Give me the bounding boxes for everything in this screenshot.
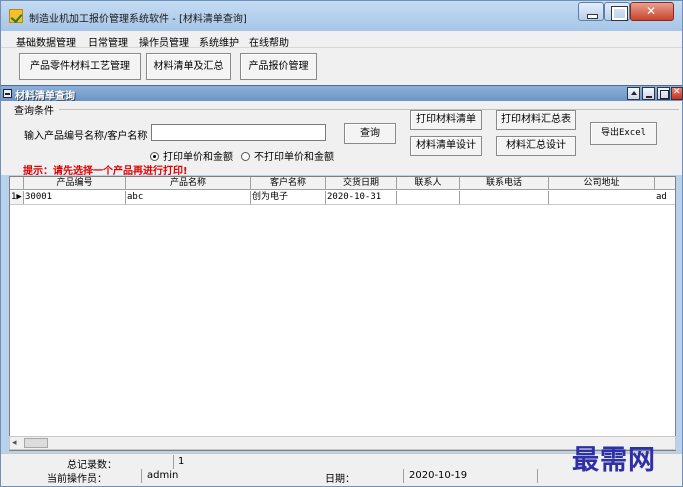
column-header[interactable]: 公司地址 bbox=[549, 177, 655, 190]
grid-cell[interactable]: abc bbox=[126, 191, 251, 204]
query-group-label: 查询条件 bbox=[14, 106, 54, 117]
column-header[interactable]: 产品名称 bbox=[126, 177, 251, 190]
grid-cell[interactable] bbox=[397, 191, 460, 204]
print-hint: 提示：请先选择一个产品再进行打印! bbox=[23, 166, 188, 177]
radio-unselected-indicator bbox=[241, 152, 250, 161]
radio-selected-indicator bbox=[150, 152, 159, 161]
data-grid[interactable]: 产品编号 产品名称 客户名称 交货日期 联系人 联系电话 公司地址 1▶ 300… bbox=[9, 176, 676, 451]
child-restore-button[interactable] bbox=[627, 87, 640, 100]
title-bar[interactable]: 制造业机加工报价管理系统软件 - [材料清单查询] bbox=[1, 1, 682, 31]
row-header-corner bbox=[10, 177, 24, 190]
column-header[interactable]: 联系人 bbox=[397, 177, 460, 190]
date-value: 2020-10-19 bbox=[409, 470, 468, 481]
query-panel: 查询条件 输入产品编号名称/客户名称 查询 打印材料清单 打印材料汇总表 材料清… bbox=[1, 101, 682, 177]
group-divider bbox=[59, 109, 679, 110]
search-input[interactable] bbox=[151, 124, 326, 141]
toolbar: 产品零件材料工艺管理 材料清单及汇总 产品报价管理 bbox=[1, 48, 682, 85]
current-row-arrow-icon: ▶ bbox=[16, 192, 22, 202]
grid-cell[interactable]: 30001 bbox=[24, 191, 126, 204]
scrollbar-thumb[interactable] bbox=[24, 438, 48, 448]
column-header[interactable]: 客户名称 bbox=[251, 177, 326, 190]
print-material-list-button[interactable]: 打印材料清单 bbox=[410, 110, 482, 130]
product-process-button[interactable]: 产品零件材料工艺管理 bbox=[19, 53, 141, 80]
search-input-label: 输入产品编号名称/客户名称 bbox=[24, 131, 148, 142]
child-window-title-bar[interactable]: 材料清单查询 bbox=[1, 85, 683, 102]
total-records-label: 总记录数： bbox=[67, 460, 117, 471]
column-header[interactable]: 联系电话 bbox=[460, 177, 549, 190]
product-quote-button[interactable]: 产品报价管理 bbox=[240, 53, 317, 80]
menu-help[interactable]: 在线帮助 bbox=[249, 34, 289, 49]
column-header[interactable]: 交货日期 bbox=[326, 177, 397, 190]
menu-maintenance[interactable]: 系统维护 bbox=[199, 34, 239, 49]
child-window-icon[interactable] bbox=[3, 89, 12, 98]
date-label: 日期： bbox=[325, 474, 355, 485]
menu-operator[interactable]: 操作员管理 bbox=[139, 34, 189, 49]
radio-print-price[interactable]: 打印单价和金额 bbox=[150, 148, 233, 163]
scroll-left-icon[interactable]: ◂ bbox=[12, 438, 17, 448]
material-list-design-button[interactable]: 材料清单设计 bbox=[410, 136, 482, 156]
watermark-logo: 最需网 bbox=[572, 445, 656, 476]
status-divider bbox=[403, 469, 404, 483]
table-row[interactable]: 1▶ 30001 abc 创为电子 2020-10-31 ad bbox=[10, 191, 675, 205]
grid-cell[interactable]: 创为电子 bbox=[251, 191, 326, 204]
radio-no-price[interactable]: 不打印单价和金额 bbox=[241, 148, 334, 163]
row-indicator[interactable]: 1▶ bbox=[10, 191, 24, 204]
status-divider bbox=[537, 469, 538, 483]
child-close-button[interactable] bbox=[671, 87, 683, 100]
grid-cell[interactable]: 2020-10-31 bbox=[326, 191, 397, 204]
menu-basic-data[interactable]: 基础数据管理 bbox=[16, 34, 76, 49]
print-material-summary-button[interactable]: 打印材料汇总表 bbox=[496, 110, 576, 130]
child-window-title: 材料清单查询 bbox=[15, 91, 75, 102]
maximize-button[interactable] bbox=[604, 2, 630, 21]
search-button[interactable]: 查询 bbox=[344, 123, 396, 144]
minimize-button[interactable] bbox=[578, 2, 604, 21]
close-button[interactable] bbox=[630, 2, 674, 21]
export-excel-button[interactable]: 导出Excel bbox=[590, 122, 657, 145]
status-divider bbox=[141, 469, 142, 483]
app-window: 制造业机加工报价管理系统软件 - [材料清单查询] 基础数据管理 日常管理 操作… bbox=[0, 0, 683, 487]
menu-daily[interactable]: 日常管理 bbox=[88, 34, 128, 49]
operator-value: admin bbox=[147, 470, 179, 481]
operator-label: 当前操作员： bbox=[47, 474, 107, 485]
material-list-button[interactable]: 材料清单及汇总 bbox=[146, 53, 231, 80]
child-maximize-button[interactable] bbox=[657, 87, 670, 100]
column-header[interactable]: 产品编号 bbox=[24, 177, 126, 190]
window-title: 制造业机加工报价管理系统软件 - [材料清单查询] bbox=[29, 14, 247, 25]
child-minimize-button[interactable] bbox=[642, 87, 655, 100]
status-divider bbox=[173, 455, 174, 469]
grid-header: 产品编号 产品名称 客户名称 交货日期 联系人 联系电话 公司地址 bbox=[10, 177, 675, 190]
material-summary-design-button[interactable]: 材料汇总设计 bbox=[496, 136, 576, 156]
menu-bar: 基础数据管理 日常管理 操作员管理 系统维护 在线帮助 bbox=[1, 31, 682, 49]
app-icon bbox=[9, 9, 23, 23]
total-records-value: 1 bbox=[178, 456, 185, 467]
grid-cell[interactable] bbox=[460, 191, 549, 204]
grid-cell[interactable]: ad bbox=[655, 191, 675, 204]
